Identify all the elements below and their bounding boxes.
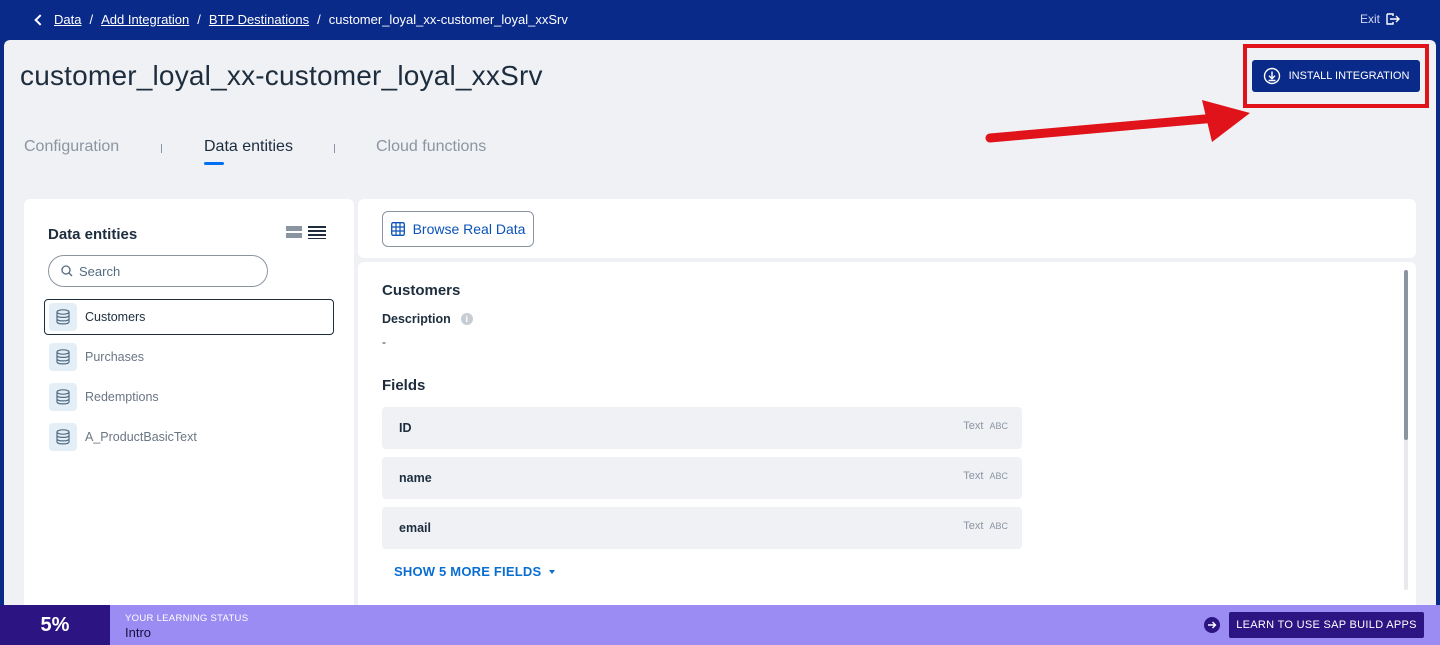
learning-status-value: Intro [125, 625, 152, 640]
main-panel: customer_loyal_xx-customer_loyal_xxSrv I… [4, 40, 1436, 605]
learning-status-bar: 5% YOUR LEARNING STATUS Intro LEARN TO U… [0, 605, 1440, 645]
fields-heading: Fields [382, 377, 426, 394]
caret-down-icon [549, 569, 556, 574]
breadcrumb: Data / Add Integration / BTP Destination… [34, 12, 568, 27]
download-icon [1263, 67, 1280, 85]
entity-label: Purchases [85, 350, 145, 364]
text-type-icon: ABC [989, 521, 1008, 531]
tab-data-entities[interactable]: Data entities [204, 138, 293, 156]
breadcrumb-separator: / [197, 12, 201, 27]
search-input[interactable] [79, 263, 249, 279]
view-toggle [286, 225, 326, 239]
field-type: Text ABC [963, 520, 1008, 532]
text-type-glyph: ABC [989, 471, 1008, 481]
info-icon[interactable]: i [460, 313, 473, 325]
field-row[interactable]: email Text ABC [382, 507, 1022, 549]
exit-label: Exit [1359, 12, 1380, 26]
database-icon [49, 303, 77, 331]
description-label: Description i [382, 312, 473, 326]
exit-button[interactable]: Exit [1360, 12, 1400, 26]
learn-sap-build-apps-button[interactable]: LEARN TO USE SAP BUILD APPS [1229, 612, 1424, 638]
card-view-icon[interactable] [286, 225, 303, 239]
field-name: name [399, 471, 432, 485]
breadcrumb-separator: / [317, 12, 321, 27]
chevron-left-icon[interactable] [34, 13, 46, 26]
install-integration-label: INSTALL INTEGRATION [1288, 70, 1410, 82]
exit-icon [1386, 13, 1400, 25]
browse-real-data-label: Browse Real Data [412, 221, 526, 237]
entity-item-a-productbasictext[interactable]: A_ProductBasicText [44, 419, 334, 455]
search-icon [61, 265, 73, 277]
field-type-label: Text [963, 520, 984, 532]
list-view-icon[interactable] [308, 225, 326, 239]
text-type-glyph: ABC [989, 521, 1008, 531]
entity-detail-panel: Customers Description i - Fields ID Text… [358, 262, 1416, 605]
tab-cloud-functions[interactable]: Cloud functions [376, 138, 486, 156]
entity-label: A_ProductBasicText [85, 430, 197, 444]
scrollbar-thumb[interactable] [1404, 270, 1408, 440]
field-row[interactable]: ID Text ABC [382, 407, 1022, 449]
learning-status-label: YOUR LEARNING STATUS [125, 613, 249, 624]
field-type-label: Text [963, 470, 984, 482]
page-title: customer_loyal_xx-customer_loyal_xxSrv [20, 60, 543, 91]
learning-percent: 5% [0, 605, 110, 645]
breadcrumb-separator: / [89, 12, 94, 27]
arrow-right-icon[interactable] [1204, 617, 1220, 633]
entity-item-purchases[interactable]: Purchases [44, 339, 334, 375]
entity-list: Customers Purchases Redemptions A_Produc… [44, 299, 334, 459]
text-type-glyph: ABC [989, 421, 1008, 431]
show-more-fields-button[interactable]: SHOW 5 MORE FIELDS [394, 564, 556, 579]
breadcrumb-current: customer_loyal_xx-customer_loyal_xxSrv [328, 12, 568, 27]
database-icon [49, 383, 77, 411]
text-type-icon: ABC [989, 421, 1008, 431]
entity-label: Customers [85, 310, 146, 324]
tab-separator [334, 144, 335, 153]
data-entities-panel: Data entities Search Customers Purchases… [24, 199, 354, 605]
install-integration-button[interactable]: INSTALL INTEGRATION [1252, 60, 1420, 92]
breadcrumb-link-data[interactable]: Data [54, 12, 81, 27]
database-icon [49, 343, 77, 371]
field-type-label: Text [963, 420, 984, 432]
description-label-text: Description [382, 312, 451, 326]
browse-toolbar: Browse Real Data [358, 199, 1416, 258]
top-bar: Data / Add Integration / BTP Destination… [0, 0, 1440, 40]
text-type-icon: ABC [989, 471, 1008, 481]
entity-item-redemptions[interactable]: Redemptions [44, 379, 334, 415]
show-more-label: SHOW 5 MORE FIELDS [394, 564, 542, 579]
tab-separator [161, 144, 162, 153]
description-value: - [382, 335, 386, 349]
field-type: Text ABC [963, 470, 1008, 482]
scrollbar[interactable] [1404, 270, 1408, 590]
red-arrow-annotation [985, 100, 1250, 143]
entity-label: Redemptions [85, 390, 159, 404]
entity-title: Customers [382, 282, 461, 299]
breadcrumb-link-btp-destinations[interactable]: BTP Destinations [209, 12, 309, 27]
field-name: ID [399, 421, 412, 435]
entity-item-customers[interactable]: Customers [44, 299, 334, 335]
active-tab-indicator [204, 162, 224, 165]
search-field[interactable] [48, 255, 268, 287]
field-name: email [399, 521, 431, 535]
field-type: Text ABC [963, 420, 1008, 432]
field-row[interactable]: name Text ABC [382, 457, 1022, 499]
breadcrumb-link-add-integration[interactable]: Add Integration [101, 12, 189, 27]
table-grid-icon [390, 222, 405, 236]
panel-title: Data entities [48, 226, 138, 243]
database-icon [49, 423, 77, 451]
tab-configuration[interactable]: Configuration [24, 138, 119, 156]
browse-real-data-button[interactable]: Browse Real Data [382, 211, 534, 247]
